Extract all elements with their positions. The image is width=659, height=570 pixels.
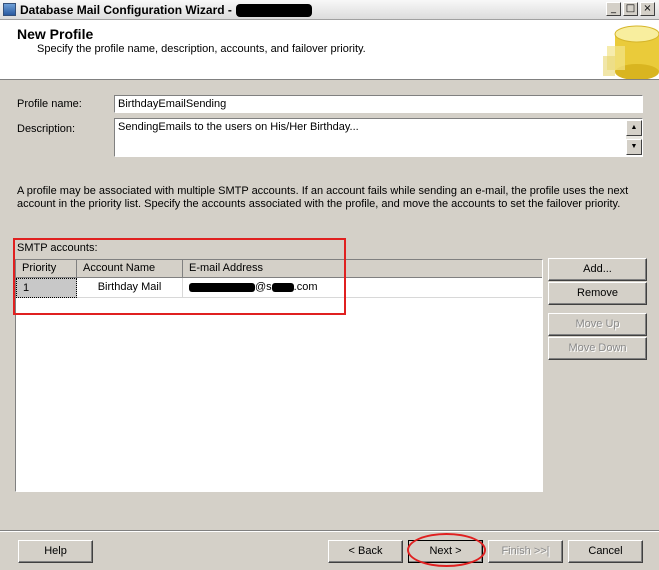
profile-name-input[interactable]: BirthdayEmailSending <box>114 95 643 113</box>
back-button[interactable]: < Back <box>328 540 403 563</box>
highlight-box <box>13 238 346 315</box>
description-input[interactable]: SendingEmails to the users on His/Her Bi… <box>114 118 643 157</box>
footer-separator <box>0 530 659 532</box>
minimize-button[interactable]: _ <box>606 2 621 16</box>
maximize-button[interactable]: □ <box>623 2 638 16</box>
move-down-button[interactable]: Move Down <box>548 337 647 360</box>
page-subtitle: Specify the profile name, description, a… <box>37 43 366 55</box>
scroll-up-icon[interactable]: ▲ <box>626 120 642 136</box>
description-scrollbar[interactable]: ▲ ▼ <box>626 120 642 155</box>
wizard-window: Database Mail Configuration Wizard - _ □… <box>0 0 659 570</box>
highlight-ellipse <box>407 533 486 567</box>
move-up-button[interactable]: Move Up <box>548 313 647 336</box>
close-button[interactable]: × <box>640 2 655 16</box>
description-label: Description: <box>17 123 76 135</box>
wizard-header: New Profile Specify the profile name, de… <box>0 20 659 80</box>
page-title: New Profile <box>17 26 94 42</box>
redacted-server-name <box>236 4 312 17</box>
finish-button[interactable]: Finish >>| <box>488 540 563 563</box>
add-button[interactable]: Add... <box>548 258 647 281</box>
description-text: SendingEmails to the users on His/Her Bi… <box>118 121 359 133</box>
title-bar[interactable]: Database Mail Configuration Wizard - _ □… <box>0 0 659 20</box>
cancel-button[interactable]: Cancel <box>568 540 643 563</box>
window-title: Database Mail Configuration Wizard - <box>20 3 232 17</box>
info-text: A profile may be associated with multipl… <box>17 185 629 210</box>
help-button[interactable]: Help <box>18 540 93 563</box>
app-icon <box>3 3 16 16</box>
profile-name-label: Profile name: <box>17 98 82 110</box>
scroll-down-icon[interactable]: ▼ <box>626 139 642 155</box>
remove-button[interactable]: Remove <box>548 282 647 305</box>
database-icon <box>603 25 659 79</box>
